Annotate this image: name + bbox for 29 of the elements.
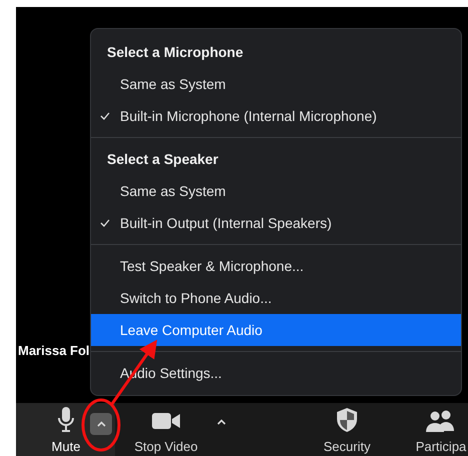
menu-item-label: Test Speaker & Microphone...: [120, 258, 304, 274]
menu-item[interactable]: Switch to Phone Audio...: [91, 282, 461, 314]
menu-item[interactable]: Test Speaker & Microphone...: [91, 250, 461, 282]
toolbar-button[interactable]: Participa: [411, 403, 468, 456]
menu-item[interactable]: Built-in Microphone (Internal Microphone): [91, 100, 461, 132]
menu-item-label: Leave Computer Audio: [120, 322, 262, 338]
toolbar-button[interactable]: Mute: [16, 403, 86, 456]
menu-item-label: Same as System: [120, 76, 226, 92]
menu-item[interactable]: Built-in Output (Internal Speakers): [91, 207, 461, 239]
participant-name: Marissa Fol: [18, 343, 90, 358]
menu-item-label: Switch to Phone Audio...: [120, 290, 272, 306]
caret-icon: [216, 419, 226, 425]
menu-item[interactable]: Leave Computer Audio: [91, 314, 461, 346]
toolbar-button[interactable]: Security: [319, 403, 375, 456]
toolbar-button[interactable]: Stop Video: [131, 403, 201, 456]
menu-item-label: Built-in Output (Internal Speakers): [120, 215, 332, 231]
highlight-circle: [82, 398, 120, 452]
microphone-icon: [58, 407, 74, 433]
menu-heading: Select a Microphone: [106, 43, 244, 62]
menu-item[interactable]: Same as System: [91, 175, 461, 207]
people-icon: [426, 410, 456, 432]
menu-item-label: Same as System: [120, 183, 226, 199]
caret-button[interactable]: [90, 413, 112, 435]
video-camera-icon: [152, 412, 180, 430]
menu-heading: Select a Speaker: [106, 150, 220, 169]
menu-item[interactable]: Same as System: [91, 68, 461, 100]
shield-icon: [336, 407, 358, 433]
menu-item-label: Built-in Microphone (Internal Microphone): [120, 108, 377, 124]
caret-icon: [96, 421, 106, 427]
